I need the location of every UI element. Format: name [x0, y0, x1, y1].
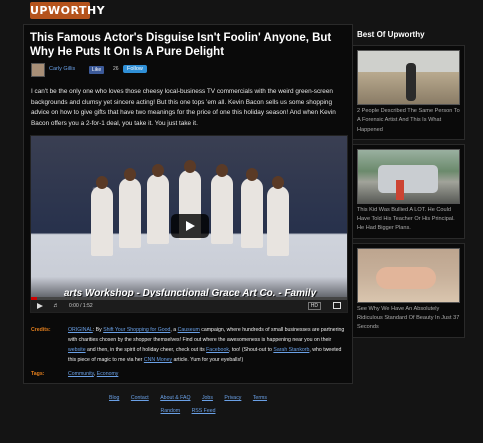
card-headline[interactable]: This Kid Was Bullied A LOT. He Could Hav… — [357, 206, 460, 234]
tag-link[interactable]: Community — [68, 371, 94, 377]
video-progress-bar[interactable] — [31, 297, 347, 300]
singer-face — [152, 164, 164, 177]
website-link[interactable]: website — [68, 347, 86, 353]
thumbnail-figure — [406, 63, 416, 101]
sarah-stankorb-link[interactable]: Sarah Stankorb — [273, 347, 309, 353]
footer-row: Blog Contact About & FAQ Jobs Privacy Te… — [23, 392, 353, 405]
hd-quality-button[interactable]: HD — [307, 302, 321, 310]
footer-row: Random RSS Feed — [23, 405, 353, 418]
sidebar: 2 People Described The Same Person To A … — [352, 45, 465, 342]
footer-link-blog[interactable]: Blog — [109, 395, 119, 401]
card-headline[interactable]: See Why We Have An Absolutely Ridiculous… — [357, 305, 460, 333]
facebook-like-button[interactable]: Like — [89, 66, 105, 74]
singer-face — [216, 164, 228, 177]
article-intro: I can't be the only one who loves those … — [31, 88, 336, 127]
upworthy-logo[interactable]: UPWORTHY — [30, 2, 105, 19]
facebook-link[interactable]: Facebook — [206, 347, 229, 353]
footer-link-about[interactable]: About & FAQ — [160, 395, 190, 401]
footer-link-random[interactable]: Random — [161, 408, 181, 414]
singer — [211, 164, 233, 244]
cnn-money-link[interactable]: CNN Money — [144, 357, 172, 363]
share-bar: Carly Gillis Like 26 Follow — [31, 63, 351, 79]
singer-face — [184, 160, 196, 173]
singer-face — [124, 168, 136, 181]
video-time: 0:00 / 1:52 — [69, 303, 93, 309]
footer-link-contact[interactable]: Contact — [131, 395, 149, 401]
singer — [91, 176, 113, 256]
sidebar-title: Best Of Upworthy — [357, 30, 425, 39]
card-thumbnail[interactable] — [357, 247, 460, 303]
card-headline[interactable]: 2 People Described The Same Person To A … — [357, 107, 460, 135]
volume-icon[interactable]: ♬ — [53, 303, 59, 309]
credits-text: , too! (Shout-out to — [228, 347, 274, 353]
credits-text: and then, in the spirit of holiday cheer… — [85, 347, 207, 353]
card-thumbnail[interactable] — [357, 148, 460, 204]
footer-link-privacy[interactable]: Privacy — [224, 395, 241, 401]
credits-label: Credits: — [31, 327, 51, 333]
tags-section: Tags: Community, Economy — [31, 371, 118, 377]
shift-your-shopping-link[interactable]: Shift Your Shopping for Good — [103, 327, 170, 333]
article-card: This Famous Actor's Disguise Isn't Fooli… — [23, 24, 353, 384]
twitter-follow-label: Follow — [127, 66, 143, 72]
credits-text: : By — [92, 327, 104, 333]
choir-image — [91, 156, 291, 266]
author-name-link[interactable]: Carly Gillis — [49, 66, 75, 72]
twitter-follow-button[interactable]: Follow — [123, 65, 147, 73]
card-thumbnail[interactable] — [357, 50, 460, 105]
article-title: This Famous Actor's Disguise Isn't Fooli… — [30, 32, 332, 58]
sidebar-card[interactable]: See Why We Have An Absolutely Ridiculous… — [352, 242, 465, 338]
thumbnail-figure — [376, 266, 436, 289]
video-progress-fill — [31, 297, 38, 300]
singer — [267, 176, 289, 256]
tag-link[interactable]: Economy — [97, 371, 119, 377]
sidebar-card[interactable]: 2 People Described The Same Person To A … — [352, 45, 465, 140]
credits-section: Credits: ORIGINAL: By Shift Your Shoppin… — [31, 325, 349, 365]
singer-face — [272, 176, 284, 189]
footer-link-jobs[interactable]: Jobs — [202, 395, 213, 401]
singer-face — [246, 168, 258, 181]
video-controls: ♬ 0:00 / 1:52 HD — [31, 297, 347, 312]
video-player[interactable]: arts Workshop - Dysfunctional Grace Art … — [30, 135, 348, 313]
footer: Blog Contact About & FAQ Jobs Privacy Te… — [23, 392, 353, 418]
tags-label: Tags: — [31, 371, 45, 377]
footer-link-terms[interactable]: Terms — [253, 395, 267, 401]
sidebar-card[interactable]: This Kid Was Bullied A LOT. He Could Hav… — [352, 143, 465, 239]
thumbnail-car — [378, 164, 438, 193]
facebook-like-label: Like — [92, 67, 102, 73]
author-avatar[interactable] — [31, 63, 45, 77]
credits-text: , a — [170, 327, 178, 333]
singer-face — [96, 176, 108, 189]
facebook-like-count: 26 — [113, 66, 119, 72]
thumbnail-figure — [396, 179, 404, 200]
play-icon[interactable] — [37, 303, 43, 309]
credits-body: ORIGINAL: By Shift Your Shopping for Goo… — [68, 325, 349, 365]
singer — [119, 168, 141, 248]
credits-text: article. Yum for your eyeballs!) — [172, 357, 244, 363]
causeum-link[interactable]: Causeum — [178, 327, 200, 333]
video-play-icon[interactable] — [171, 214, 209, 238]
original-link[interactable]: ORIGINAL — [68, 327, 93, 333]
fullscreen-icon[interactable] — [333, 302, 341, 309]
singer — [147, 164, 169, 244]
singer — [241, 168, 263, 248]
footer-link-rss[interactable]: RSS Feed — [192, 408, 216, 414]
